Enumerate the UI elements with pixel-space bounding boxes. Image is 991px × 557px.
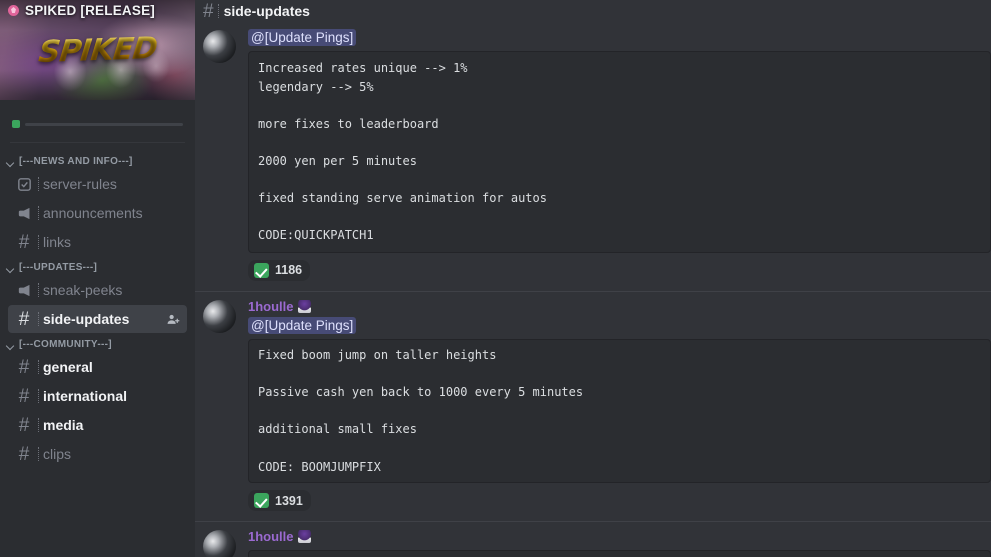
category-label: [---NEWS AND INFO---] bbox=[19, 156, 133, 167]
reaction-bar: 1391 bbox=[248, 490, 991, 512]
message-item: @[Update Pings] Increased rates unique -… bbox=[195, 22, 991, 287]
server-logo: SPIKED bbox=[20, 26, 176, 74]
channel-sidebar: SPIKED SPIKED [RELEASE] [---NEWS AND INF… bbox=[0, 0, 195, 557]
reaction-count: 1391 bbox=[275, 493, 303, 508]
sidebar-item-announcements[interactable]: announcements bbox=[8, 199, 187, 227]
sidebar-item-general[interactable]: # general bbox=[8, 353, 187, 381]
chevron-down-icon bbox=[6, 157, 16, 167]
channel-header: # side-updates bbox=[195, 0, 991, 22]
reaction-pill[interactable]: 1391 bbox=[248, 490, 311, 512]
discord-app-window: SPIKED SPIKED [RELEASE] [---NEWS AND INF… bbox=[0, 0, 991, 557]
chevron-down-icon bbox=[6, 340, 16, 350]
sidebar-item-label: media bbox=[38, 417, 83, 433]
server-boost-icon bbox=[8, 4, 19, 16]
hash-icon: # bbox=[18, 443, 30, 465]
online-status-dot bbox=[12, 120, 20, 128]
message-body: @[Update Pings] Increased rates unique -… bbox=[248, 28, 991, 287]
hash-icon: # bbox=[18, 356, 30, 378]
message-code-block: Increased rates unique --> 1% legendary … bbox=[248, 51, 991, 253]
sidebar-item-clips[interactable]: # clips bbox=[8, 440, 187, 468]
category-updates[interactable]: [---UPDATES---] bbox=[0, 257, 195, 275]
message-author-row: 1houlle bbox=[248, 528, 991, 546]
message-code-block: NATIONALS private server barriers are no… bbox=[248, 550, 991, 557]
server-progress-row bbox=[12, 120, 183, 128]
white-check-mark-icon bbox=[254, 262, 269, 278]
username-text: 1houlle bbox=[248, 529, 294, 545]
server-name: SPIKED [RELEASE] bbox=[25, 2, 155, 18]
category-community[interactable]: [---COMMUNITY---] bbox=[0, 334, 195, 352]
server-progress-bar bbox=[25, 122, 183, 126]
page-title: side-updates bbox=[217, 3, 310, 19]
hash-icon: # bbox=[203, 0, 214, 22]
sidebar-item-media[interactable]: # media bbox=[8, 411, 187, 439]
message-username[interactable]: 1houlle bbox=[248, 529, 311, 544]
reaction-count: 1186 bbox=[275, 263, 303, 278]
announcement-channel-icon bbox=[14, 280, 34, 300]
username-text: 1houlle bbox=[248, 298, 294, 314]
message-body: 1houlle NATIONALS private server barrier… bbox=[248, 528, 991, 557]
sidebar-item-label: international bbox=[38, 388, 127, 404]
avatar[interactable] bbox=[203, 530, 236, 557]
role-badge-icon bbox=[297, 299, 311, 313]
category-label: [---COMMUNITY---] bbox=[19, 339, 112, 350]
message-item: 1houlle NATIONALS private server barrier… bbox=[195, 522, 991, 557]
reaction-pill[interactable]: 1186 bbox=[248, 259, 311, 281]
sidebar-item-server-rules[interactable]: server-rules bbox=[8, 170, 187, 198]
rules-channel-icon bbox=[14, 174, 34, 194]
role-mention[interactable]: @[Update Pings] bbox=[248, 29, 357, 46]
avatar[interactable] bbox=[203, 30, 236, 63]
server-logo-text: SPIKED bbox=[37, 30, 159, 70]
server-banner[interactable]: SPIKED SPIKED [RELEASE] bbox=[0, 0, 195, 100]
message-code-block: Fixed boom jump on taller heights Passiv… bbox=[248, 338, 991, 484]
role-badge-icon bbox=[297, 530, 311, 544]
white-check-mark-icon bbox=[254, 493, 269, 509]
hash-icon: # bbox=[18, 385, 30, 407]
sidebar-item-label: links bbox=[38, 234, 71, 250]
category-label: [---UPDATES---] bbox=[19, 262, 98, 273]
sidebar-item-sneak-peeks[interactable]: sneak-peeks bbox=[8, 276, 187, 304]
sidebar-item-side-updates[interactable]: # side-updates bbox=[8, 305, 187, 333]
sidebar-item-links[interactable]: # links bbox=[8, 228, 187, 256]
main-content: # side-updates @[Update Pings] Increased… bbox=[195, 0, 991, 557]
hash-icon: # bbox=[18, 231, 30, 253]
role-mention[interactable]: @[Update Pings] bbox=[248, 316, 357, 334]
category-news-and-info[interactable]: [---NEWS AND INFO---] bbox=[0, 151, 195, 169]
sidebar-item-label: clips bbox=[38, 446, 71, 462]
sidebar-item-international[interactable]: # international bbox=[8, 382, 187, 410]
message-body: 1houlle @[Update Pings] Fixed boom jump … bbox=[248, 298, 991, 517]
sidebar-item-label: server-rules bbox=[38, 176, 117, 192]
hash-icon: # bbox=[18, 308, 30, 330]
avatar[interactable] bbox=[203, 299, 236, 333]
add-members-icon[interactable] bbox=[165, 311, 181, 327]
chevron-down-icon bbox=[6, 263, 16, 273]
server-progress-section bbox=[0, 100, 195, 128]
reaction-bar: 1186 bbox=[248, 259, 991, 281]
channel-list: [---NEWS AND INFO---] server-rules annou… bbox=[0, 143, 195, 468]
message-author-row: 1houlle bbox=[248, 298, 991, 316]
message-username[interactable]: 1houlle bbox=[248, 299, 311, 314]
announcement-channel-icon bbox=[14, 203, 34, 223]
message-item: 1houlle @[Update Pings] Fixed boom jump … bbox=[195, 292, 991, 517]
server-header[interactable]: SPIKED [RELEASE] bbox=[0, 0, 195, 20]
hash-icon: # bbox=[18, 414, 30, 436]
sidebar-item-label: announcements bbox=[38, 205, 143, 221]
sidebar-item-label: general bbox=[38, 359, 93, 375]
sidebar-item-label: side-updates bbox=[38, 311, 129, 327]
sidebar-item-label: sneak-peeks bbox=[38, 282, 122, 298]
message-list[interactable]: @[Update Pings] Increased rates unique -… bbox=[195, 22, 991, 557]
